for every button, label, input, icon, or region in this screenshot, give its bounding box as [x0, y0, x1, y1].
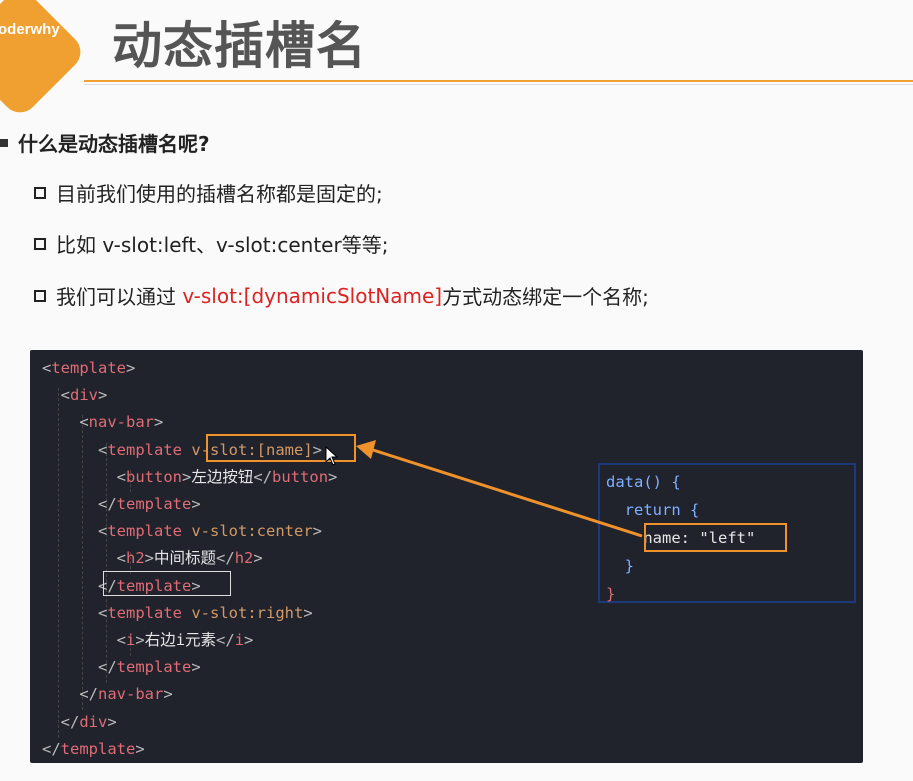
hollow-square-icon: [34, 186, 46, 199]
code-line: </div>: [60, 712, 117, 731]
panel-line: data() {: [606, 473, 681, 491]
hollow-square-icon: [34, 289, 46, 302]
bullet-text: 目前我们使用的插槽名称都是固定的;: [56, 182, 383, 206]
code-line: <button>左边按钮</button>: [116, 467, 338, 486]
logo-text: oderwhy: [0, 21, 60, 38]
bullet-item: 我们可以通过 v-slot:[dynamicSlotName] 方式动态绑定一个…: [34, 281, 649, 310]
code-line: </template>: [42, 739, 145, 758]
panel-line: }: [606, 585, 616, 603]
code-block: <template> <div> <nav-bar> <template v-s…: [30, 350, 863, 763]
name-value-highlight: [644, 523, 787, 552]
bullet-text-prefix: 我们可以通过: [56, 285, 183, 309]
data-panel: data() { return { name: "left" } }: [598, 463, 856, 603]
hollow-square-icon: [34, 237, 46, 250]
selection-highlight: [103, 571, 231, 596]
page-title: 动态插槽名: [112, 17, 367, 75]
bullet-text-suffix: 方式动态绑定一个名称;: [442, 285, 649, 309]
code-line: <i>右边i元素</i>: [116, 631, 254, 650]
bullet-item: 比如 v-slot:left、v-slot:center等等;: [34, 229, 388, 258]
code-line: </nav-bar>: [79, 685, 173, 704]
code-text: <template> <div> <nav-bar> <template v-s…: [42, 355, 337, 763]
mouse-cursor-icon: [325, 446, 339, 466]
code-line: <div>: [60, 386, 108, 405]
code-line: </template>: [98, 658, 201, 677]
bullet-text: 比如 v-slot:left、v-slot:center等等;: [56, 233, 389, 257]
code-line: <h2>中间标题</h2>: [116, 549, 263, 568]
code-line: <template>: [42, 359, 136, 377]
panel-line: }: [606, 557, 634, 575]
code-line: <template v-slot:center>: [98, 522, 323, 541]
bullet-highlight: v-slot:[dynamicSlotName]: [182, 283, 443, 308]
code-line: </template>: [98, 495, 201, 514]
code-line: <template v-slot:right>: [98, 603, 313, 622]
section-heading: 什么是动态插槽名呢?: [18, 132, 210, 156]
solid-square-icon: [0, 138, 8, 147]
code-line: <nav-bar>: [79, 413, 164, 432]
heading-bullet: 什么是动态插槽名呢?: [0, 128, 210, 157]
bullet-item: 目前我们使用的插槽名称都是固定的;: [34, 178, 383, 207]
panel-line: return {: [606, 501, 700, 519]
title-rule: [84, 80, 913, 82]
title-rule-shadow: [84, 84, 913, 85]
logo: [0, 0, 88, 120]
